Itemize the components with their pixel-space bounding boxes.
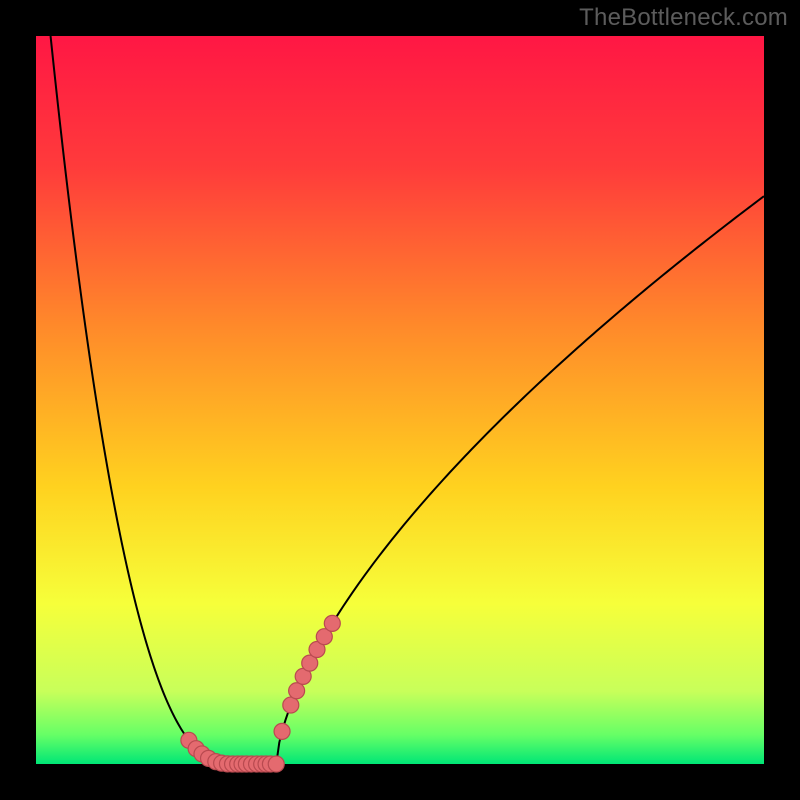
sample-marker (324, 615, 340, 631)
sample-marker (283, 697, 299, 713)
sample-marker (289, 683, 305, 699)
bottleneck-curve-chart (0, 0, 800, 800)
watermark-label: TheBottleneck.com (579, 4, 788, 32)
chart-container: TheBottleneck.com (0, 0, 800, 800)
sample-marker (274, 723, 290, 739)
sample-marker (268, 756, 284, 772)
plot-area (36, 36, 764, 764)
